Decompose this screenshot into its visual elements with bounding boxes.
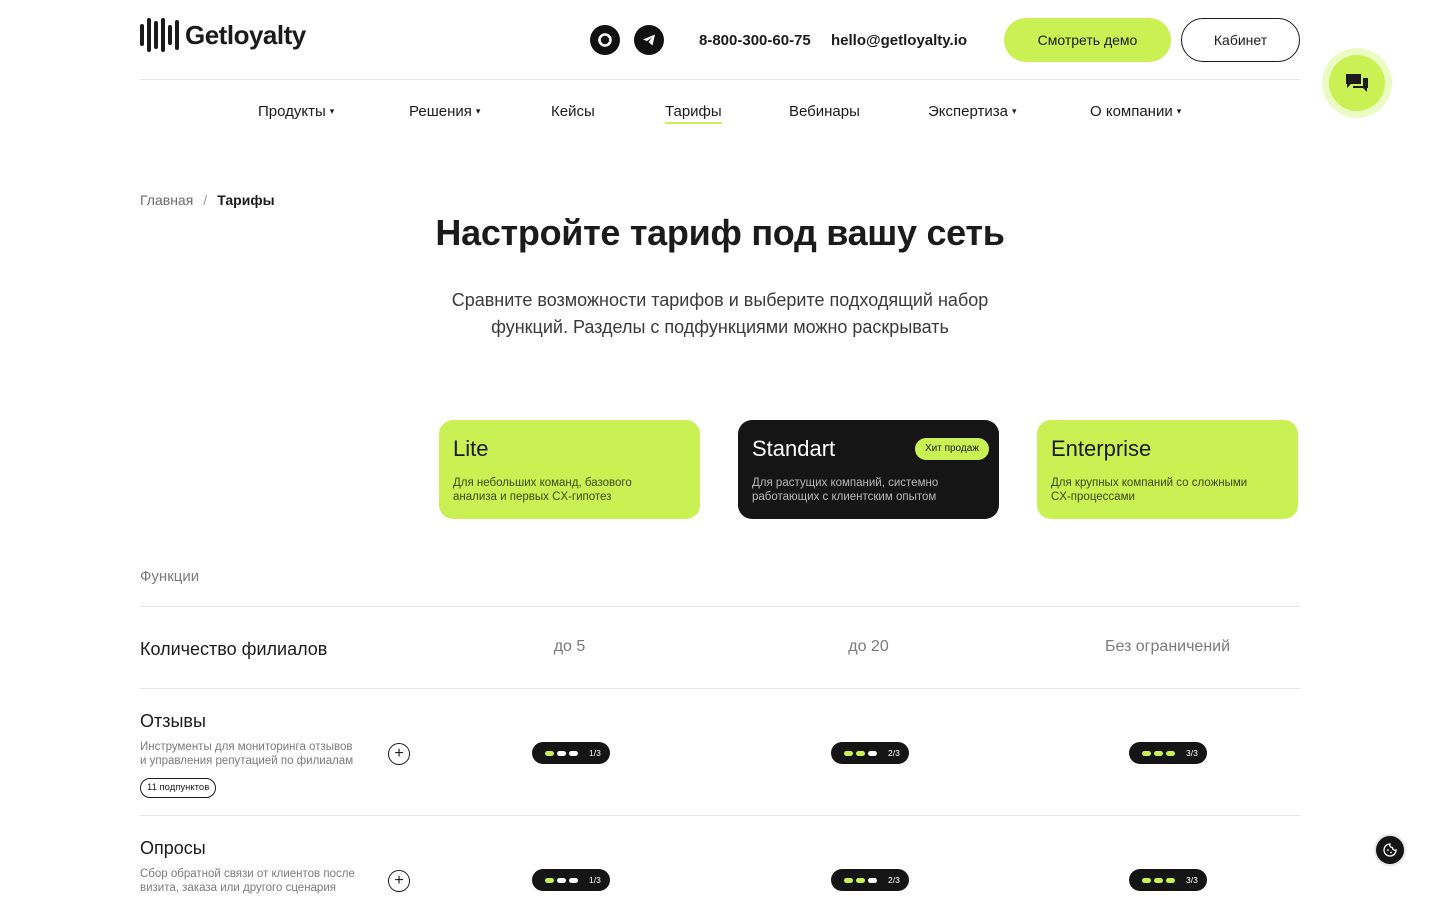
divider <box>140 688 1300 689</box>
max-messenger-icon[interactable] <box>590 25 620 55</box>
breadcrumb-current: Тарифы <box>217 192 275 208</box>
page-subtitle: Сравните возможности тарифов и выберите … <box>420 287 1020 341</box>
cell-branches-standart: до 20 <box>848 638 889 655</box>
level-indicator-reviews-enterprise: 3/3 <box>1129 742 1207 764</box>
chat-bubble-icon <box>1329 55 1385 111</box>
nav-item-solutions[interactable]: Решения ▾ <box>409 103 480 120</box>
plan-card-enterprise[interactable]: Enterprise Для крупных компаний со сложн… <box>1037 420 1298 519</box>
cell-branches-lite: до 5 <box>553 638 586 655</box>
row-title-surveys: Опросы <box>140 838 206 858</box>
subtitle-line-1: Сравните возможности тарифов и выберите … <box>451 290 989 310</box>
breadcrumb: Главная / Тарифы <box>140 192 275 208</box>
subitems-count-badge: 11 подпунктов <box>140 778 217 798</box>
nav-item-about[interactable]: О компании ▾ <box>1090 103 1181 120</box>
plan-description: Для растущих компаний, системно работающ… <box>752 477 939 503</box>
logo-text: Getloyalty <box>185 19 306 50</box>
plan-description: Для небольших команд, базового анализа и… <box>453 477 632 503</box>
telegram-icon[interactable] <box>634 25 664 55</box>
page-title: Настройте тариф под вашу сеть <box>435 212 1005 253</box>
cookie-settings-icon[interactable] <box>1374 834 1406 866</box>
phone-link[interactable]: 8-800-300-60-75 <box>699 32 811 49</box>
functions-column-label: Функции <box>140 568 200 585</box>
logo-bars-icon <box>140 18 179 52</box>
breadcrumb-home[interactable]: Главная <box>140 192 193 208</box>
watch-demo-button[interactable]: Смотреть демо <box>1004 18 1171 62</box>
level-indicator-surveys-enterprise: 3/3 <box>1129 869 1207 891</box>
plan-name: Lite <box>453 436 489 461</box>
level-indicator-surveys-standart: 2/3 <box>831 869 909 891</box>
nav-item-products[interactable]: Продукты ▾ <box>258 103 334 120</box>
cabinet-button[interactable]: Кабинет <box>1181 18 1300 62</box>
subtitle-line-2: функций. Разделы с подфункциями можно ра… <box>491 317 949 337</box>
level-indicator-reviews-standart: 2/3 <box>831 742 909 764</box>
plan-card-standart[interactable]: Standart Хит продаж Для растущих компани… <box>738 420 999 519</box>
email-link[interactable]: hello@getloyalty.io <box>831 32 967 49</box>
divider <box>140 815 1300 816</box>
row-desc-surveys: Сбор обратной связи от клиентов после ви… <box>140 868 355 894</box>
plan-card-lite[interactable]: Lite Для небольших команд, базового анал… <box>439 420 700 519</box>
chevron-down-icon: ▾ <box>475 106 481 116</box>
bestseller-badge: Хит продаж <box>914 438 989 460</box>
chevron-down-icon: ▾ <box>329 106 335 116</box>
logo[interactable]: Getloyalty <box>140 18 306 52</box>
row-title-reviews: Отзывы <box>140 711 206 731</box>
main-nav: Продукты ▾ Решения ▾ Кейсы Тарифы Вебинары… <box>140 96 1300 128</box>
chevron-down-icon: ▾ <box>1176 106 1182 116</box>
breadcrumb-separator: / <box>203 192 208 208</box>
expand-reviews-plus-icon[interactable]: + <box>388 743 410 765</box>
row-desc-reviews: Инструменты для мониторинга отзывов и уп… <box>140 741 354 767</box>
site-header: Getloyalty 8-800-300-60-75 hello@getloya… <box>140 0 1300 80</box>
plan-name: Enterprise <box>1051 436 1152 461</box>
level-indicator-reviews-lite: 1/3 <box>532 742 610 764</box>
nav-item-webinars[interactable]: Вебинары <box>789 103 860 120</box>
chevron-down-icon: ▾ <box>1011 106 1017 116</box>
expand-surveys-plus-icon[interactable]: + <box>388 870 410 892</box>
row-title-branches: Количество филиалов <box>140 639 328 659</box>
plan-description: Для крупных компаний со сложными CX-проц… <box>1051 477 1248 503</box>
nav-item-cases[interactable]: Кейсы <box>551 103 595 120</box>
chat-button[interactable] <box>1322 48 1392 118</box>
cell-branches-enterprise: Без ограничений <box>1104 638 1231 655</box>
nav-item-expertise[interactable]: Экспертиза ▾ <box>928 103 1017 120</box>
divider <box>140 606 1300 607</box>
nav-item-pricing[interactable]: Тарифы <box>665 103 722 124</box>
level-indicator-surveys-lite: 1/3 <box>532 869 610 891</box>
